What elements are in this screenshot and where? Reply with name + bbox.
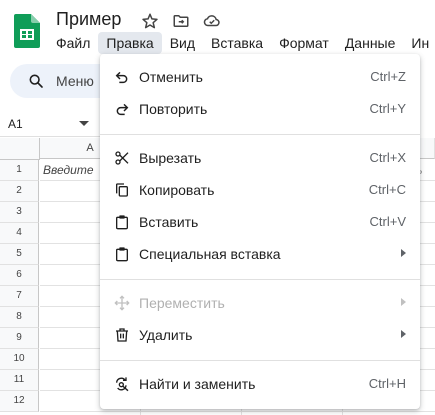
menu-divider (100, 360, 420, 361)
shortcut-text: Ctrl+X (369, 150, 406, 165)
row-header[interactable]: 9 (0, 328, 39, 349)
row-header[interactable]: 11 (0, 370, 39, 391)
document-title[interactable]: Пример (56, 9, 121, 30)
search-icon (29, 74, 43, 88)
menu-item-cut[interactable]: Вырезать Ctrl+X (100, 142, 420, 174)
menu-item-label: Вырезать (139, 150, 202, 166)
menu-item-label: Вставить (139, 214, 199, 230)
menu-item-label: Специальная вставка (139, 246, 281, 262)
menu-item-delete[interactable]: Удалить (100, 319, 420, 351)
menu-item-label: Отменить (139, 69, 203, 85)
menu-divider (100, 134, 420, 135)
row-header[interactable]: 3 (0, 202, 39, 223)
copy-icon (116, 183, 128, 197)
row-header[interactable]: 2 (0, 181, 39, 202)
star-icon[interactable] (141, 12, 159, 30)
menubar: Файл Правка Вид Вставка Формат Данные Ин (48, 32, 435, 54)
menu-item-label: Найти и заменить (139, 376, 256, 392)
sheets-logo-icon[interactable] (14, 14, 40, 48)
row-header[interactable]: 8 (0, 307, 39, 328)
menu-item-copy[interactable]: Копировать Ctrl+C (100, 174, 420, 206)
menu-item-redo[interactable]: Повторить Ctrl+Y (100, 93, 420, 125)
menu-item-label: Удалить (139, 327, 193, 343)
menu-item-label: Копировать (139, 182, 215, 198)
undo-icon (115, 71, 128, 84)
menu-item-paste[interactable]: Вставить Ctrl+V (100, 206, 420, 238)
submenu-arrow-icon (401, 298, 406, 306)
shortcut-text: Ctrl+V (369, 214, 406, 229)
trash-icon (116, 328, 128, 342)
name-box-value: A1 (8, 117, 23, 131)
menu-item-find-replace[interactable]: Найти и заменить Ctrl+H (100, 368, 420, 400)
shortcut-text: Ctrl+C (368, 182, 406, 197)
submenu-arrow-icon (401, 330, 406, 338)
search-menus-label: Меню (56, 73, 94, 89)
menu-item-paste-special[interactable]: Специальная вставка (100, 238, 420, 270)
select-all-corner[interactable] (0, 138, 40, 160)
name-box[interactable]: A1 (0, 112, 100, 137)
row-header[interactable]: 5 (0, 244, 39, 265)
row-header[interactable]: 7 (0, 286, 39, 307)
row-header[interactable]: 1 (0, 160, 39, 181)
move-to-folder-icon[interactable] (172, 12, 190, 30)
clipboard-icon (116, 247, 128, 262)
row-header[interactable]: 12 (0, 391, 39, 412)
menu-data[interactable]: Данные (337, 32, 404, 54)
menu-edit[interactable]: Правка (98, 32, 162, 54)
scissors-icon (115, 151, 129, 165)
menu-item-label: Переместить (139, 295, 225, 311)
submenu-arrow-icon (401, 249, 406, 257)
shortcut-text: Ctrl+Z (370, 69, 406, 84)
row-header[interactable]: 4 (0, 223, 39, 244)
menu-item-label: Повторить (139, 101, 208, 117)
menu-divider (100, 279, 420, 280)
clipboard-icon (116, 215, 128, 230)
edit-menu-dropdown: Отменить Ctrl+Z Повторить Ctrl+Y Вырезат… (100, 54, 420, 409)
chevron-down-icon (79, 121, 89, 126)
redo-icon (116, 103, 129, 116)
menu-tools[interactable]: Ин (403, 32, 435, 54)
find-replace-icon (116, 377, 129, 392)
row-header[interactable]: 6 (0, 265, 39, 286)
menu-file[interactable]: Файл (48, 32, 98, 54)
menu-format[interactable]: Формат (271, 32, 337, 54)
menu-item-undo[interactable]: Отменить Ctrl+Z (100, 61, 420, 93)
move-arrows-icon (114, 295, 130, 311)
menu-view[interactable]: Вид (162, 32, 203, 54)
row-header[interactable]: 10 (0, 349, 39, 370)
shortcut-text: Ctrl+H (368, 376, 406, 391)
shortcut-text: Ctrl+Y (369, 101, 406, 116)
menu-insert[interactable]: Вставка (203, 32, 271, 54)
cloud-saved-icon[interactable] (203, 12, 221, 30)
menu-item-move: Переместить (100, 287, 420, 319)
